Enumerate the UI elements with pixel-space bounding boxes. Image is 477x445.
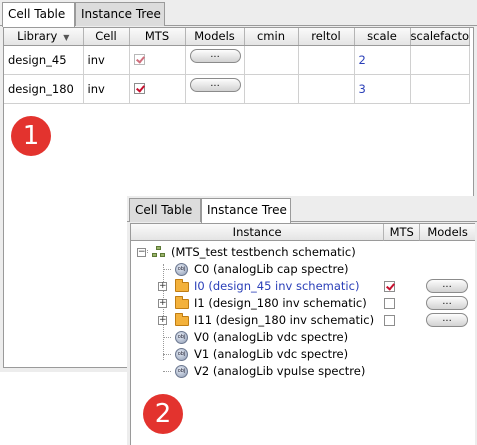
tree-guide-line [163, 354, 171, 355]
mts-checkbox[interactable] [384, 281, 395, 292]
cell-table-header-row: Library ▼ Cell MTS Models cmin reltol sca… [4, 28, 470, 46]
callout-badge-2: 2 [143, 394, 183, 434]
panel2-tab-bar: Cell Table Instance Tree [127, 196, 477, 223]
tab-cell-table[interactable]: Cell Table [129, 198, 201, 222]
tab-cell-table[interactable]: Cell Table [2, 2, 75, 27]
tree-row-label: V0 (analogLib vdc spectre) [194, 330, 349, 344]
models-button[interactable]: ... [189, 49, 241, 63]
sort-down-icon[interactable]: ▼ [63, 33, 69, 42]
expand-icon[interactable]: + [158, 282, 167, 291]
tree-row-label: V2 (analogLib vpulse spectre) [194, 364, 366, 378]
tree-row[interactable]: + I1 (design_180 inv schematic) ... [131, 295, 475, 312]
column-header-models[interactable]: Models [185, 28, 245, 46]
cell-instance-icon: obj [175, 365, 188, 378]
tree-row[interactable]: obj V2 (analogLib vpulse spectre) [131, 363, 475, 380]
scalefactor-cell[interactable] [410, 45, 470, 75]
column-header-scale[interactable]: scale [354, 28, 411, 46]
tree-guide-line [163, 269, 171, 270]
cmin-cell[interactable] [244, 45, 299, 75]
column-header-library[interactable]: Library ▼ [4, 28, 84, 46]
tree-guide-line [163, 371, 171, 372]
mts-checkbox[interactable] [384, 315, 395, 326]
tree-row[interactable]: obj V0 (analogLib vdc spectre) [131, 329, 475, 346]
cell-instance-icon: obj [175, 263, 188, 276]
callout-badge-1: 1 [11, 116, 51, 156]
tree-row-label: V1 (analogLib vdc spectre) [194, 347, 349, 361]
models-button[interactable]: ... [426, 279, 468, 293]
mts-checkbox[interactable] [133, 53, 145, 65]
expand-icon[interactable]: + [158, 316, 167, 325]
table-row[interactable]: design_45 inv ... 2 [4, 45, 470, 75]
tree-row-label: I11 (design_180 inv schematic) [194, 313, 375, 327]
tree-row-label: I1 (design_180 inv schematic) [194, 296, 367, 310]
mts-cell [129, 45, 186, 75]
hierarchy-icon [152, 246, 166, 259]
tree-row[interactable]: + I11 (design_180 inv schematic) ... [131, 312, 475, 329]
empty-table-row-background [4, 75, 469, 104]
tree-row[interactable]: obj V1 (analogLib vdc spectre) [131, 346, 475, 363]
column-header-library-label: Library [17, 29, 58, 44]
tree-row[interactable]: + I0 (design_45 inv schematic) ... [131, 278, 475, 295]
tree-row-label: I0 (design_45 inv schematic) [194, 279, 360, 293]
column-header-cmin[interactable]: cmin [244, 28, 299, 46]
instance-tree-panel: Cell Table Instance Tree Instance MTS Mo… [127, 196, 477, 445]
models-cell: ... [185, 45, 245, 75]
models-button[interactable]: ... [426, 313, 468, 327]
panel1-tab-bar: Cell Table Instance Tree [0, 0, 477, 27]
tree-row[interactable]: − (MTS_test testbench schematic) [131, 244, 475, 261]
tree-row[interactable]: obj C0 (analogLib cap spectre) [131, 261, 475, 278]
column-header-cell[interactable]: Cell [83, 28, 130, 46]
cell-name-cell[interactable]: inv [83, 45, 130, 75]
folder-icon [175, 296, 189, 309]
column-header-mts[interactable]: MTS [129, 28, 186, 46]
cell-instance-icon: obj [175, 348, 188, 361]
models-button[interactable]: ... [426, 296, 468, 310]
folder-icon [175, 279, 189, 292]
cell-instance-icon: obj [175, 331, 188, 344]
column-header-reltol[interactable]: reltol [298, 28, 355, 46]
reltol-cell[interactable] [298, 45, 355, 75]
instance-tree-header-row: Instance MTS Models [131, 224, 475, 241]
library-cell[interactable]: design_45 [4, 45, 84, 75]
collapse-icon[interactable]: − [137, 248, 146, 257]
expand-icon[interactable]: + [158, 299, 167, 308]
column-header-models[interactable]: Models [420, 224, 475, 241]
tab-instance-tree[interactable]: Instance Tree [75, 2, 165, 26]
folder-icon [175, 313, 189, 326]
scale-cell[interactable]: 2 [354, 45, 411, 75]
column-header-scalefactor[interactable]: scalefacto [410, 28, 470, 46]
column-header-instance[interactable]: Instance [131, 224, 385, 241]
column-header-mts[interactable]: MTS [384, 224, 421, 241]
tree-guide-line [163, 337, 171, 338]
mts-checkbox[interactable] [384, 298, 395, 309]
tab-instance-tree[interactable]: Instance Tree [201, 198, 291, 223]
tree-row-label: C0 (analogLib cap spectre) [194, 262, 349, 276]
tree-row-label: (MTS_test testbench schematic) [171, 245, 356, 259]
